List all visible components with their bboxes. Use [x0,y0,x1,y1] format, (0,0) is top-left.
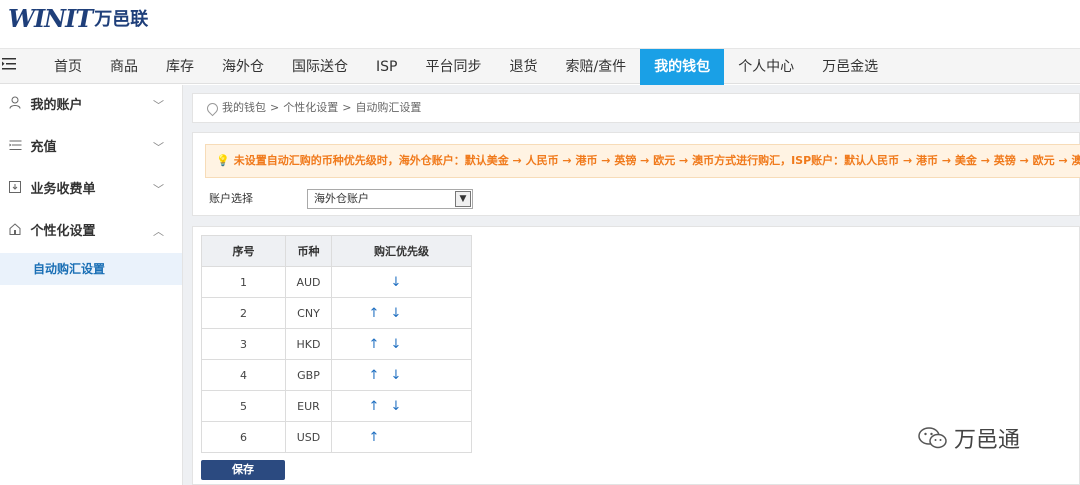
table-header-row: 序号 币种 购汇优先级 [201,235,472,267]
breadcrumb-item[interactable]: 我的钱包 [222,94,266,122]
breadcrumb-separator: > [342,101,352,114]
filter-panel: 💡 未设置自动汇购的币种优先级时，海外仓账户：默认美金 → 人民币 → 港币 → … [192,132,1080,216]
column-header-seq: 序号 [201,235,286,267]
nav-item[interactable]: 库存 [152,49,208,85]
sidebar-group-label: 个性化设置 [30,224,96,239]
logo-mark: WINIT [8,3,93,33]
cell-currency: AUD [285,266,332,298]
bill-icon [8,169,22,211]
chevron-down-icon: ﹀ [153,183,164,196]
logo-name: 万邑联 [94,9,149,30]
nav-item[interactable]: 退货 [495,49,551,85]
recharge-icon [8,127,22,169]
nav-item[interactable]: ISP [362,49,411,85]
sidebar-item-auto-exchange[interactable]: 自动购汇设置 [0,253,182,285]
sidebar-group-label: 我的账户 [30,98,83,113]
nav-item[interactable]: 平台同步 [411,49,495,85]
table-row: 2 CNY ↑ ↓ [201,297,472,329]
priority-table: 序号 币种 购汇优先级 1AUD↑↓2CNY↑↓3HKD↑↓4GBP↑↓5EUR… [201,235,472,453]
sidebar-group-label: 业务收费单 [30,182,96,197]
column-header-currency: 币种 [285,235,332,267]
cell-seq: 2 [201,297,286,329]
nav-item[interactable]: 我的钱包 [640,49,725,85]
column-header-priority: 购汇优先级 [331,235,472,267]
table-row: 5 EUR ↑ ↓ [201,390,472,422]
breadcrumb-item: 自动购汇设置 [355,101,422,114]
arrow-down-icon[interactable]: ↓ [389,337,403,352]
cell-priority: ↑↓ [331,297,472,329]
notice-text: 未设置自动汇购的币种优先级时，海外仓账户：默认美金 → 人民币 → 港币 → 英… [233,154,1080,167]
notice-banner: 💡 未设置自动汇购的币种优先级时，海外仓账户：默认美金 → 人民币 → 港币 → … [205,144,1080,178]
breadcrumb: 我的钱包 > 个性化设置 > 自动购汇设置 [204,94,425,122]
arrow-up-icon[interactable]: ↑ [367,306,381,321]
sidebar-group-recharge[interactable]: 充值 ﹀ [0,127,182,169]
cell-seq: 4 [201,359,286,391]
breadcrumb-panel: 我的钱包 > 个性化设置 > 自动购汇设置 [192,93,1080,123]
cell-currency: USD [285,421,332,453]
nav-item[interactable]: 首页 [40,49,96,85]
cell-priority: ↑↓ [331,266,472,298]
breadcrumb-item[interactable]: 个性化设置 [283,94,338,122]
nav-items: 首页 商品 库存 海外仓 国际送仓 ISP 平台同步 退货 索赔/查件 我的钱包 个人中心 万邑金选 [40,49,892,85]
table-row: 1AUD↑↓ [201,266,472,298]
table-row: 6 USD ↑ [201,421,472,453]
nav-item[interactable]: 国际送仓 [278,49,362,85]
menu-toggle-icon[interactable] [2,57,20,75]
cell-seq: 6 [201,421,286,453]
arrow-up-icon[interactable]: ↑ [367,430,381,445]
top-header: WINIT 万邑联 [0,0,1080,48]
watermark: 万邑通 [918,420,1020,456]
table-row: 4 GBP ↑ ↓ [201,359,472,391]
cell-priority: ↑↓ [331,359,472,391]
account-select[interactable]: 海外仓账户 ▼ [307,189,473,209]
lightbulb-icon: 💡 [216,154,230,167]
breadcrumb-separator: > [270,101,280,114]
account-select-label: 账户选择 [209,192,253,205]
sidebar: 我的账户 ﹀ 充值 ﹀ 业务收费单 ﹀ 个性化设置 ︿ 自动购汇设置 [0,85,183,485]
nav-item[interactable]: 海外仓 [208,49,278,85]
table-row: 3 HKD ↑ ↓ [201,328,472,360]
save-button[interactable]: 保存 [201,460,285,480]
cell-currency: EUR [285,390,332,422]
cell-seq: 3 [201,328,286,360]
arrow-down-icon[interactable]: ↓ [389,368,403,383]
arrow-down-icon[interactable]: ↓ [389,275,403,290]
cell-priority: ↑↓ [331,328,472,360]
chevron-down-icon: ▼ [455,191,471,207]
sidebar-group-billing[interactable]: 业务收费单 ﹀ [0,169,182,211]
arrow-down-icon[interactable]: ↓ [389,306,403,321]
arrow-up-icon[interactable]: ↑ [367,337,381,352]
chevron-down-icon: ﹀ [153,141,164,154]
wechat-icon [918,426,948,450]
sidebar-group-label: 充值 [30,140,57,155]
cell-seq: 1 [201,266,286,298]
brand-logo[interactable]: WINIT 万邑联 [8,3,149,33]
cell-currency: HKD [285,328,332,360]
cell-currency: CNY [285,297,332,329]
cell-priority: ↑ [331,421,472,453]
cell-currency: GBP [285,359,332,391]
chevron-up-icon: ︿ [153,225,164,238]
location-pin-icon [204,100,221,116]
arrow-up-icon[interactable]: ↑ [367,368,381,383]
watermark-text: 万邑通 [954,428,1021,453]
sidebar-group-my-account[interactable]: 我的账户 ﹀ [0,85,182,127]
user-icon [8,85,22,127]
cell-priority: ↑↓ [331,390,472,422]
chevron-down-icon: ﹀ [153,99,164,112]
arrow-down-icon[interactable]: ↓ [389,399,403,414]
home-settings-icon [8,211,22,253]
arrow-up-icon[interactable]: ↑ [367,399,381,414]
main-nav: 首页 商品 库存 海外仓 国际送仓 ISP 平台同步 退货 索赔/查件 我的钱包 个人中心 万邑金选 [0,48,1080,85]
nav-item[interactable]: 万邑金选 [808,49,892,85]
sidebar-group-personal-settings[interactable]: 个性化设置 ︿ [0,211,182,253]
nav-item[interactable]: 商品 [96,49,152,85]
nav-item[interactable]: 个人中心 [724,49,808,85]
nav-item[interactable]: 索赔/查件 [551,49,640,85]
cell-seq: 5 [201,390,286,422]
account-select-value: 海外仓账户 [314,192,369,205]
